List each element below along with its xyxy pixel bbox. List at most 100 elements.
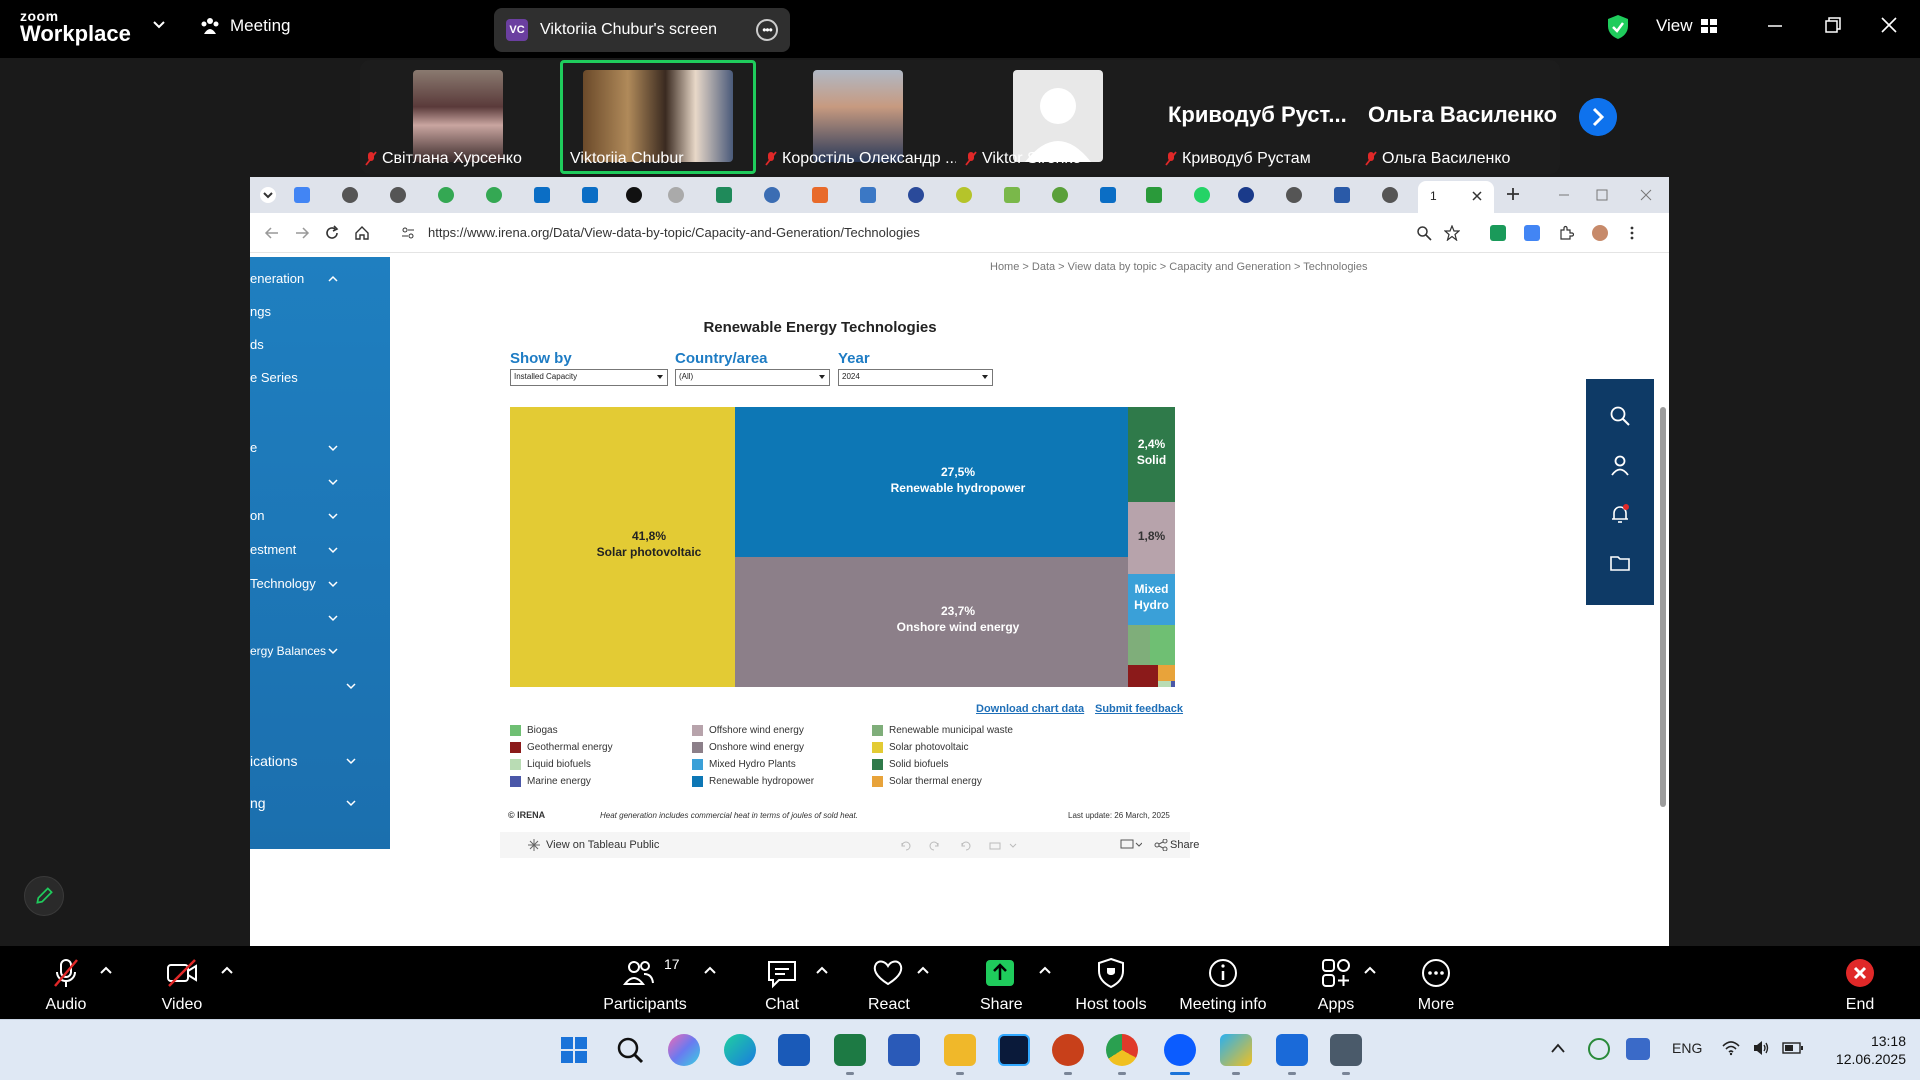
share-caret-icon[interactable] <box>1039 966 1051 974</box>
photoshop-icon[interactable] <box>998 1034 1030 1066</box>
tab-favicon-icon[interactable] <box>764 187 780 203</box>
windows-start-icon[interactable] <box>558 1034 590 1066</box>
treemap-cell-geothermal[interactable] <box>1128 665 1158 687</box>
tab-favicon-icon[interactable] <box>1382 187 1398 203</box>
participant-tile[interactable]: Viktor Sirenko <box>960 60 1156 174</box>
sidebar-item[interactable]: ngs <box>250 304 390 319</box>
powerpoint-icon[interactable] <box>1052 1034 1084 1066</box>
annotate-pencil-icon[interactable] <box>24 876 64 916</box>
notification-bell-icon[interactable] <box>1609 503 1631 525</box>
legend-item[interactable]: Biogas <box>510 725 558 736</box>
user-icon[interactable] <box>1609 454 1631 476</box>
treemap-cell-liquid-biofuels[interactable] <box>1158 681 1171 687</box>
chrome-icon[interactable] <box>1106 1034 1138 1066</box>
legend-item[interactable]: Marine energy <box>510 776 591 787</box>
zoom-icon[interactable] <box>1416 225 1432 241</box>
translate-extension-icon[interactable] <box>1524 225 1540 241</box>
sidebar-item[interactable]: ng <box>250 795 390 811</box>
reload-icon[interactable] <box>324 225 340 241</box>
apps-button[interactable]: Apps <box>1316 956 1356 1014</box>
scrollbar-thumb[interactable] <box>1660 407 1666 807</box>
sidebar-item[interactable]: on <box>250 508 390 523</box>
legend-item[interactable]: Renewable hydropower <box>692 776 814 787</box>
search-icon[interactable] <box>1609 405 1631 427</box>
chat-caret-icon[interactable] <box>816 966 828 974</box>
bookmark-star-icon[interactable] <box>1444 225 1460 241</box>
browser-close-icon[interactable] <box>1640 189 1652 201</box>
sidebar-item-publications[interactable]: ications <box>250 753 390 769</box>
tab-favicon-icon[interactable] <box>626 187 642 203</box>
legend-item[interactable]: Solar thermal energy <box>872 776 982 787</box>
tab-favicon-icon[interactable] <box>486 187 502 203</box>
audio-options-caret-icon[interactable] <box>100 966 112 974</box>
sidebar-item-generation[interactable]: eneration <box>250 271 390 286</box>
chat-button[interactable]: Chat <box>762 956 802 1014</box>
video-button[interactable]: Video <box>160 956 204 1014</box>
volume-icon[interactable] <box>1752 1040 1770 1056</box>
site-info-icon[interactable] <box>400 225 416 241</box>
participant-tile[interactable]: Світлана Хурсенко <box>360 60 556 174</box>
participant-tile[interactable]: Коростіль Олександр ... <box>760 60 956 174</box>
participant-tile-active[interactable]: Viktoriia Chubur <box>560 60 756 174</box>
tab-favicon-icon[interactable] <box>294 187 310 203</box>
sidebar-item[interactable]: e Series <box>250 370 390 385</box>
active-browser-tab[interactable]: 1 <box>1418 181 1494 213</box>
tab-favicon-icon[interactable] <box>342 187 358 203</box>
legend-item[interactable]: Renewable municipal waste <box>872 725 1013 736</box>
tab-favicon-icon[interactable] <box>860 187 876 203</box>
legend-item[interactable]: Solar photovoltaic <box>872 742 969 753</box>
screen-share-pill[interactable]: VC Viktoriia Chubur's screen ••• <box>494 8 790 52</box>
more-options-icon[interactable]: ••• <box>756 19 778 41</box>
tray-chevron-up-icon[interactable] <box>1550 1042 1566 1054</box>
legend-item[interactable]: Onshore wind energy <box>692 742 804 753</box>
file-explorer-icon[interactable] <box>944 1034 976 1066</box>
profile-avatar[interactable] <box>1592 225 1608 241</box>
participant-tile[interactable]: Ольга Василенко Ольга Василенко <box>1360 60 1557 174</box>
word-icon[interactable] <box>778 1034 810 1066</box>
battery-icon[interactable] <box>1782 1040 1804 1056</box>
home-icon[interactable] <box>354 225 370 241</box>
participant-tile[interactable]: Криводуб Руст... Криводуб Рустам <box>1160 60 1356 174</box>
react-caret-icon[interactable] <box>917 966 929 974</box>
excel-icon[interactable] <box>834 1034 866 1066</box>
app-icon[interactable] <box>1220 1034 1252 1066</box>
tray-app-icon[interactable] <box>1626 1038 1650 1060</box>
meeting-info-button[interactable]: Meeting info <box>1176 956 1270 1014</box>
browser-restore-icon[interactable] <box>1596 189 1608 201</box>
react-button[interactable]: React <box>868 956 910 1014</box>
sidebar-item-energy-balances[interactable]: ergy Balances <box>250 644 390 658</box>
tab-favicon-icon[interactable] <box>908 187 924 203</box>
tab-favicon-icon[interactable] <box>390 187 406 203</box>
browser-minimize-icon[interactable] <box>1558 189 1570 201</box>
tab-favicon-icon[interactable] <box>1052 187 1068 203</box>
tab-favicon-icon[interactable] <box>582 187 598 203</box>
restore-icon[interactable] <box>1822 14 1844 36</box>
view-button[interactable]: View <box>1656 16 1717 36</box>
language-indicator[interactable]: ENG <box>1672 1040 1702 1056</box>
browser-menu-icon[interactable] <box>1624 225 1640 241</box>
sidebar-item[interactable]: e <box>250 440 390 455</box>
legend-item[interactable]: Liquid biofuels <box>510 759 591 770</box>
tab-favicon-icon[interactable] <box>716 187 732 203</box>
address-bar[interactable]: https://www.irena.org/Data/View-data-by-… <box>428 225 920 240</box>
apps-caret-icon[interactable] <box>1364 966 1376 974</box>
sync-icon[interactable] <box>1588 1038 1610 1060</box>
more-button[interactable]: More <box>1416 956 1456 1014</box>
legend-item[interactable]: Mixed Hydro Plants <box>692 759 796 770</box>
download-chart-data-link[interactable]: Download chart data <box>976 703 1084 715</box>
tab-favicon-icon[interactable] <box>1146 187 1162 203</box>
tab-favicon-icon[interactable] <box>1238 187 1254 203</box>
minimize-icon[interactable] <box>1764 14 1786 36</box>
video-options-caret-icon[interactable] <box>221 966 233 974</box>
submit-feedback-link[interactable]: Submit feedback <box>1095 703 1183 715</box>
tab-favicon-icon[interactable] <box>1004 187 1020 203</box>
tab-favicon-icon[interactable] <box>668 187 684 203</box>
security-shield-icon[interactable] <box>1606 14 1630 40</box>
audio-button[interactable]: Audio <box>44 956 88 1014</box>
chevron-down-icon[interactable] <box>152 18 166 32</box>
sidebar-item-technology[interactable]: Technology <box>250 576 390 591</box>
tab-close-icon[interactable] <box>1472 191 1482 201</box>
copilot-icon[interactable] <box>668 1034 700 1066</box>
extensions-puzzle-icon[interactable] <box>1558 225 1574 241</box>
device-layout-icon[interactable] <box>1120 839 1142 851</box>
